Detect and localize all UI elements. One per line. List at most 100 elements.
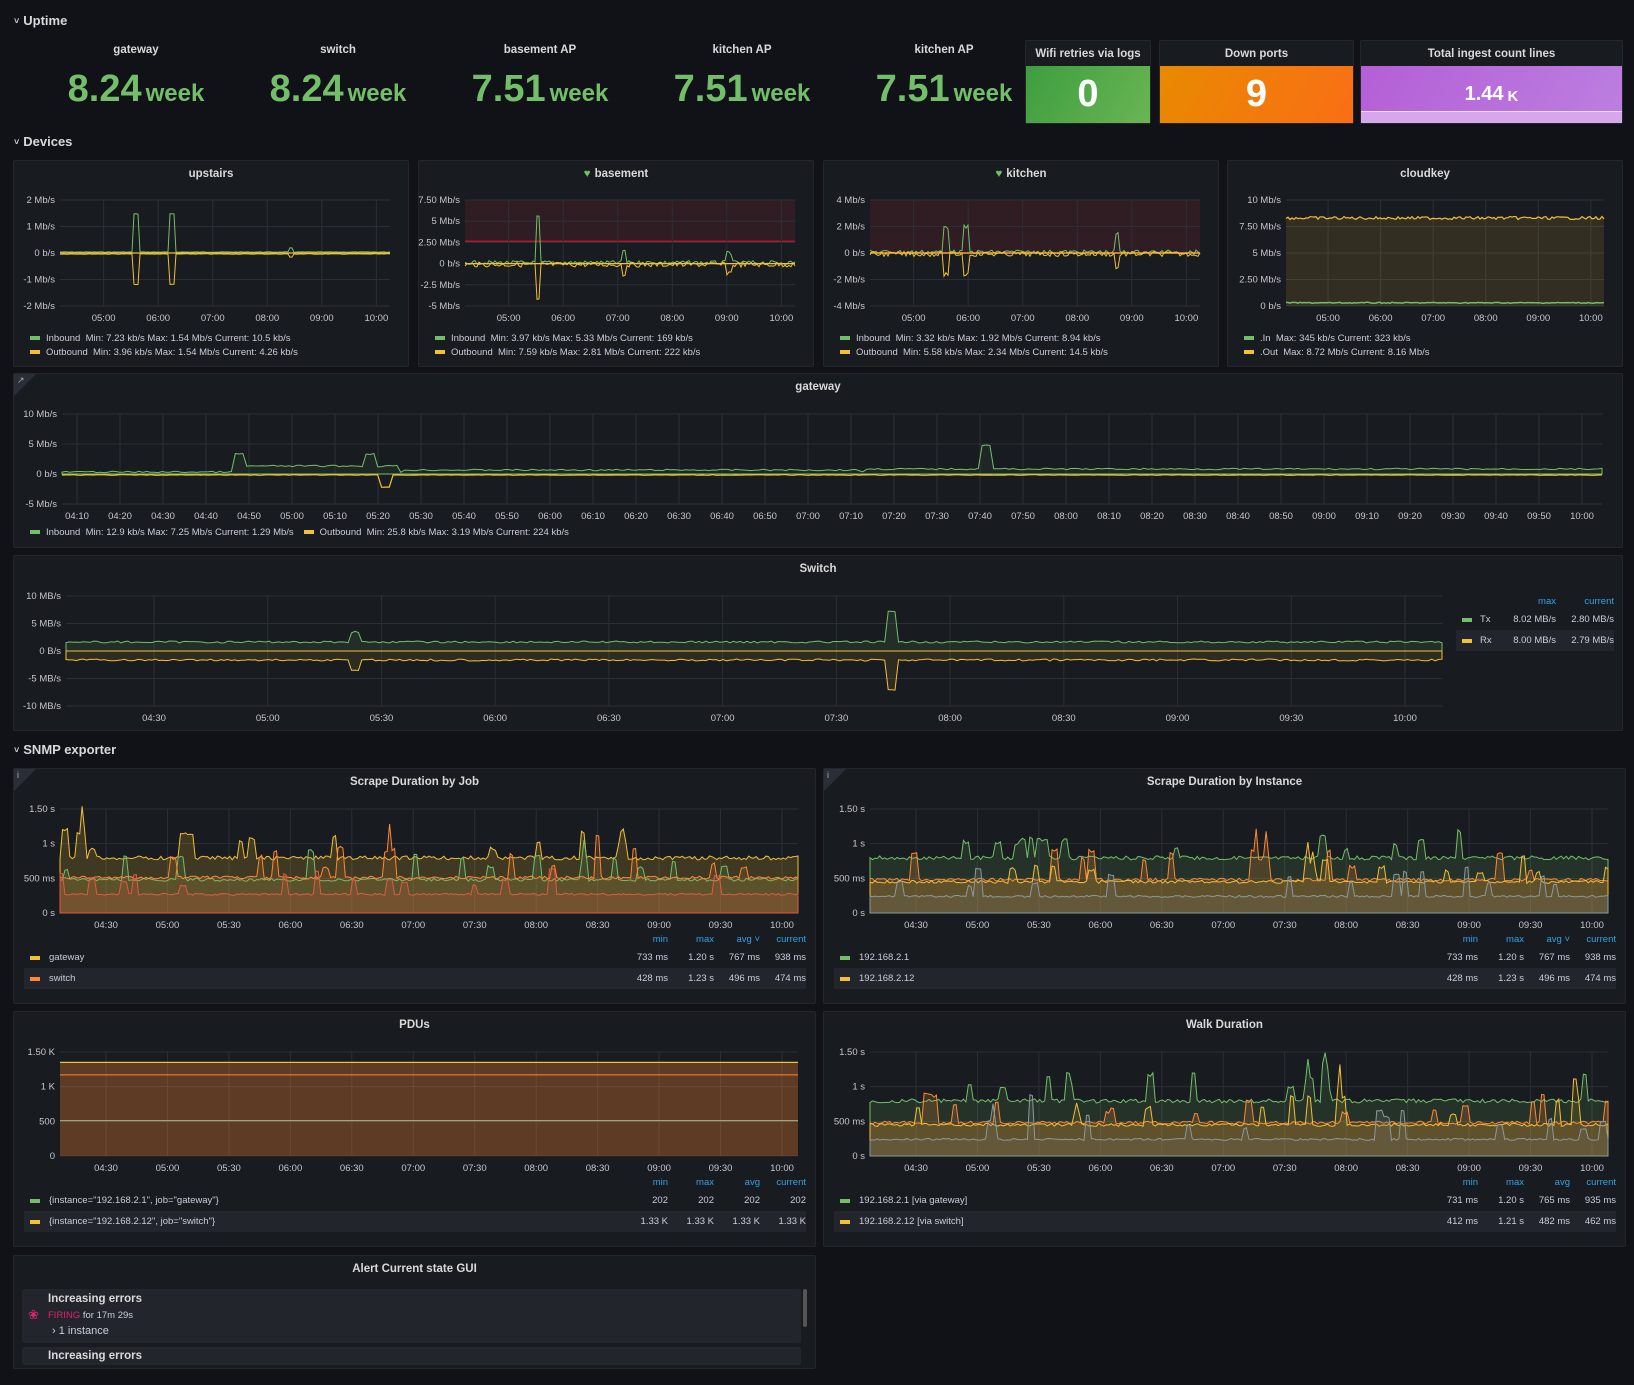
device-panel-upstairs[interactable]: upstairs 2 Mb/s 1 Mb/s 0 b/s -1 Mb/s -2 Mb/s 0…	[13, 160, 409, 367]
legend-item[interactable]: Inbound Min: 12.9 kb/s Max: 7.25 Mb/s Cu…	[30, 527, 294, 538]
chart-plot[interactable]: 10 Mb/s 7.50 Mb/s 5 Mb/s 2.50 Mb/s 0 b/s 05:0…	[1239, 195, 1605, 324]
x-tick-label: 08:00	[1334, 1163, 1358, 1174]
x-tick-label: 07:00	[201, 313, 225, 324]
legend-column-header[interactable]: min	[622, 1177, 668, 1188]
x-tick-label: 05:30	[217, 920, 241, 931]
chart-plot[interactable]: 1.50 s 1 s 500 ms 0 s 04:30 05:00 05:30 06:00 06…	[834, 1047, 1609, 1174]
legend-value: 1.33 K	[778, 1216, 806, 1227]
legend-row[interactable]: {instance="192.168.2.1", job="gateway"} 2…	[24, 1190, 806, 1211]
snmp-panel[interactable]: PDUs 1.50 K 1 K 500 0 04:30 05:00 05:30 06:00 06:…	[13, 1011, 816, 1247]
fire-icon: ❀	[28, 1307, 39, 1322]
legend-item[interactable]: Inbound Min: 3.32 kb/s Max: 1.92 Mb/s Cu…	[840, 333, 1101, 344]
legend-item[interactable]: Inbound Min: 7.23 kb/s Max: 1.54 Mb/s Cu…	[30, 333, 291, 344]
y-tick-label: 4 Mb/s	[836, 195, 865, 206]
chart-plot[interactable]: 2 Mb/s 1 Mb/s 0 b/s -1 Mb/s -2 Mb/s 05:00 06:0…	[23, 195, 391, 324]
chart-plot[interactable]: 4 Mb/s 2 Mb/s 0 b/s -2 Mb/s -4 Mb/s 05:00 06:0…	[833, 195, 1201, 324]
alert-instances-toggle[interactable]: › 1 instance	[52, 1325, 109, 1337]
y-tick-label: 2 Mb/s	[836, 222, 865, 233]
chart-plot[interactable]: 7.50 Mb/s 5 Mb/s 2.50 Mb/s 0 b/s -2.5 Mb/s -5…	[418, 195, 796, 324]
legend-column-header[interactable]: current	[1556, 596, 1614, 607]
legend-row[interactable]: 192.168.2.1 733 ms 1.20 s 767 ms 938 ms	[834, 947, 1616, 968]
legend-item[interactable]: .In Max: 345 kb/s Current: 323 kb/s	[1244, 333, 1411, 344]
stat-fill: 9	[1160, 66, 1353, 123]
device-panel-kitchen[interactable]: ♥ kitchen 4 Mb/s 2 Mb/s 0 b/s -2 Mb/s -4 Mb/s 0…	[823, 160, 1219, 367]
chart-plot[interactable]: 10 Mb/s 5 Mb/s 0 b/s -5 Mb/s 04:10 04:20 04:30…	[23, 409, 1603, 522]
legend-item[interactable]: Outbound Min: 7.59 kb/s Max: 2.81 Mb/s C…	[435, 347, 700, 358]
legend-column-header[interactable]: min	[1432, 1177, 1478, 1188]
uptime-stat[interactable]: switch 8.24 week	[242, 44, 434, 111]
uptime-stat[interactable]: kitchen AP 7.51 week	[646, 44, 838, 111]
chart-plot[interactable]: 1.50 s 1 s 500 ms 0 s 04:30 05:00 05:30 06:00 06…	[834, 804, 1609, 931]
snmp-panel[interactable]: Walk Duration 1.50 s 1 s 500 ms 0 s 04:30 05:0…	[823, 1011, 1626, 1247]
legend-column-header[interactable]: current	[760, 1177, 806, 1188]
x-tick-label: 09:30	[1279, 713, 1303, 724]
box-stat-panel[interactable]: Down ports 9	[1159, 40, 1354, 124]
snmp-panel[interactable]: i Scrape Duration by Instance 1.50 s1 s 500…	[823, 768, 1626, 1004]
legend-item[interactable]: .Out Max: 8.72 Mb/s Current: 8.16 Mb/s	[1244, 347, 1430, 358]
legend-item[interactable]: Outbound Min: 25.8 kb/s Max: 3.19 Mb/s C…	[303, 527, 569, 538]
legend-value: 202	[652, 1195, 668, 1206]
legend-column-header[interactable]: current	[760, 934, 806, 945]
row-snmp-exporter[interactable]: ˅ SNMP exporter	[14, 742, 116, 757]
scrollbar[interactable]	[803, 1289, 807, 1327]
legend-row[interactable]: 192.168.2.12 [via switch] 412 ms 1.21 s 482…	[834, 1211, 1616, 1232]
legend-column-header[interactable]: avg ˅	[714, 934, 760, 945]
legend-column-header[interactable]: max	[1478, 1177, 1524, 1188]
row-title-label: SNMP exporter	[23, 742, 117, 757]
legend-column-header[interactable]: min	[622, 934, 668, 945]
uptime-stat[interactable]: kitchen AP 7.51 week	[848, 44, 1040, 111]
y-tick-label: -5 Mb/s	[428, 301, 460, 312]
x-tick-label: 07:30	[463, 920, 487, 931]
alert-panel[interactable]: Alert Current state GUI Increasing error…	[13, 1255, 816, 1369]
snmp-panel[interactable]: i Scrape Duration by Job 1.50 s1 s 500 ms 0 …	[13, 768, 816, 1004]
y-tick-label: 0 s	[852, 908, 865, 919]
legend-row[interactable]: {instance="192.168.2.12", job="switch"} 1…	[24, 1211, 806, 1232]
legend-column-header[interactable]: avg ˅	[1524, 934, 1570, 945]
legend-item[interactable]: Outbound Min: 5.58 kb/s Max: 2.34 Mb/s C…	[840, 347, 1108, 358]
legend-column-header[interactable]: avg	[714, 1177, 760, 1188]
x-tick-label: 10:00	[1570, 511, 1594, 522]
legend-swatch	[1244, 336, 1254, 341]
alert-state-line: FIRING for 17m 29s	[48, 1310, 133, 1321]
alert-item[interactable]: Increasing errors	[22, 1347, 801, 1365]
legend-row[interactable]: gateway 733 ms 1.20 s 767 ms 938 ms	[24, 947, 806, 968]
box-stat-panel[interactable]: Total ingest count lines 1.44 K	[1360, 40, 1623, 124]
device-panel-cloudkey[interactable]: cloudkey 10 Mb/s 7.50 Mb/s 5 Mb/s 2.50 Mb/s 0…	[1227, 160, 1623, 367]
alert-name: Increasing errors	[48, 1350, 142, 1362]
legend-column-header[interactable]: current	[1570, 1177, 1616, 1188]
gateway-panel[interactable]: ↗ gateway 10 Mb/s 5 Mb/s 0 b/s -5 Mb/s 04:10…	[13, 373, 1623, 548]
legend-item[interactable]: Inbound Min: 3.97 kb/s Max: 5.33 Mb/s Cu…	[435, 333, 693, 344]
legend-row[interactable]: Tx 8.02 MB/s 2.80 MB/s	[1456, 609, 1614, 630]
alert-duration: for 17m 29s	[82, 1310, 134, 1321]
legend-row[interactable]: 192.168.2.12 428 ms 1.23 s 496 ms 474 ms	[834, 968, 1616, 989]
legend-column-header[interactable]: current	[1570, 934, 1616, 945]
alert-item[interactable]: Increasing errors ❀ FIRING for 17m 29s ›…	[22, 1289, 801, 1343]
switch-panel[interactable]: Switch 10 MB/s 5 MB/s 0 B/s -5 MB/s -10 MB/s…	[13, 555, 1623, 731]
uptime-stat[interactable]: gateway 8.24 week	[40, 44, 232, 111]
uptime-stat[interactable]: basement AP 7.51 week	[444, 44, 636, 111]
chart-plot[interactable]: 1.50 K 1 K 500 0 04:30 05:00 05:30 06:00 06:30 07…	[28, 1047, 798, 1174]
legend-value: 765 ms	[1538, 1195, 1570, 1206]
legend-item[interactable]: Outbound Min: 3.96 kb/s Max: 1.54 Mb/s C…	[30, 347, 298, 358]
legend-swatch	[30, 955, 40, 960]
chart-plot[interactable]: 10 MB/s 5 MB/s 0 B/s -5 MB/s -10 MB/s 04:30 05…	[23, 591, 1443, 724]
legend-column-header[interactable]: max	[1478, 934, 1524, 945]
row-devices[interactable]: ˅ Devices	[14, 134, 72, 149]
device-panel-basement[interactable]: ♥ basement 7.50 Mb/s 5 Mb/s 2.50 Mb/s 0 b/s -2…	[418, 160, 814, 367]
x-tick-label: 09:50	[1527, 511, 1551, 522]
legend-column-header[interactable]: min	[1432, 934, 1478, 945]
legend-column-header[interactable]: max	[668, 1177, 714, 1188]
legend-label: Inbound	[46, 527, 81, 538]
legend-column-header[interactable]: max	[1498, 596, 1556, 607]
legend-row[interactable]: switch 428 ms 1.23 s 496 ms 474 ms	[24, 968, 806, 989]
legend-column-header[interactable]: avg	[1524, 1177, 1570, 1188]
row-uptime[interactable]: ˅ Uptime	[14, 13, 67, 28]
legend-row[interactable]: Rx 8.00 MB/s 2.79 MB/s	[1456, 630, 1614, 651]
chart-plot[interactable]: 1.50 s 1 s 500 ms 0 s 04:30 05:00 05:30 06:00 06…	[24, 804, 799, 931]
legend-row[interactable]: 192.168.2.1 [via gateway] 731 ms 1.20 s 765…	[834, 1190, 1616, 1211]
x-tick-label: 06:00	[1088, 1163, 1112, 1174]
box-stat-panel[interactable]: Wifi retries via logs 0	[1025, 40, 1151, 124]
legend-swatch	[840, 336, 850, 341]
legend-swatch	[1462, 617, 1472, 622]
legend-column-header[interactable]: max	[668, 934, 714, 945]
